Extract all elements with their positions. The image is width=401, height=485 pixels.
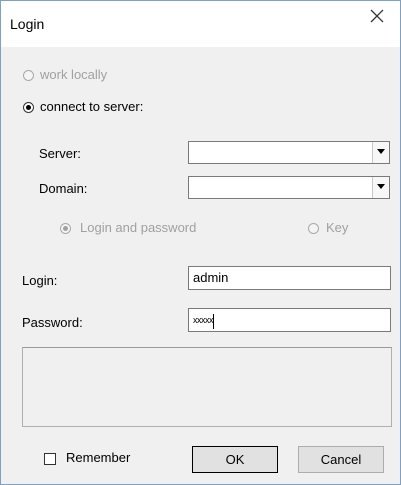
domain-combobox[interactable] bbox=[188, 176, 390, 199]
remember-checkbox[interactable] bbox=[44, 453, 56, 465]
remember-label: Remember bbox=[66, 450, 131, 465]
text-caret bbox=[213, 314, 214, 329]
login-value: admin bbox=[193, 270, 229, 285]
password-input[interactable]: xxxxx bbox=[188, 308, 391, 332]
cancel-button-label: Cancel bbox=[320, 452, 362, 467]
key-label: Key bbox=[326, 220, 349, 235]
server-label: Server: bbox=[39, 146, 81, 161]
close-button[interactable] bbox=[354, 1, 400, 31]
ok-button[interactable]: OK bbox=[192, 446, 278, 473]
ok-button-label: OK bbox=[225, 452, 245, 467]
close-icon bbox=[370, 9, 384, 23]
server-combobox[interactable] bbox=[188, 141, 390, 164]
login-dialog: Login work locally connect to server: Se… bbox=[0, 0, 401, 485]
connect-to-server-label: connect to server: bbox=[40, 99, 144, 114]
work-locally-label: work locally bbox=[40, 67, 108, 82]
connect-to-server-radio[interactable] bbox=[23, 102, 34, 113]
chevron-down-icon[interactable] bbox=[372, 177, 389, 198]
cancel-button[interactable]: Cancel bbox=[298, 446, 384, 473]
key-radio[interactable] bbox=[308, 223, 319, 234]
login-and-password-label: Login and password bbox=[80, 220, 197, 235]
title-bar: Login bbox=[1, 1, 400, 47]
chevron-down-icon[interactable] bbox=[372, 142, 389, 163]
login-label: Login: bbox=[22, 273, 58, 288]
window-title: Login bbox=[10, 16, 45, 32]
login-input[interactable]: admin bbox=[188, 266, 391, 290]
domain-label: Domain: bbox=[39, 181, 88, 196]
password-masked-value: xxxxx bbox=[193, 315, 214, 325]
work-locally-radio[interactable] bbox=[23, 70, 34, 81]
login-and-password-radio[interactable] bbox=[60, 223, 71, 234]
message-area bbox=[22, 347, 392, 427]
password-label: Password: bbox=[22, 315, 83, 330]
